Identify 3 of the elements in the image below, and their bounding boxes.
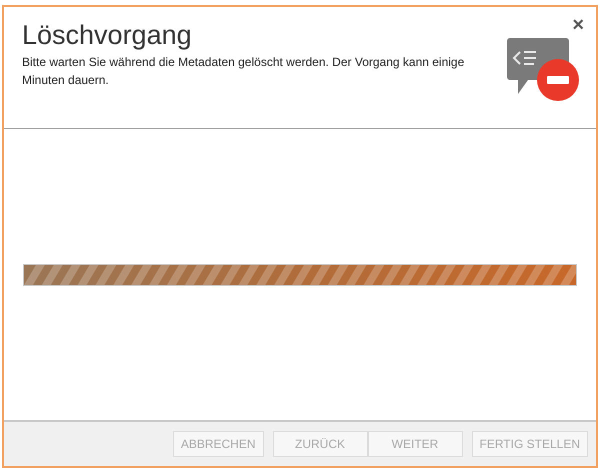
close-button[interactable]: × — [572, 15, 584, 35]
dialog-description: Bitte warten Sie während die Metadaten gelöscht werden. Der Vorgang kann einige Minuten dauern. — [22, 54, 466, 89]
dialog-title: Löschvorgang — [22, 19, 192, 51]
